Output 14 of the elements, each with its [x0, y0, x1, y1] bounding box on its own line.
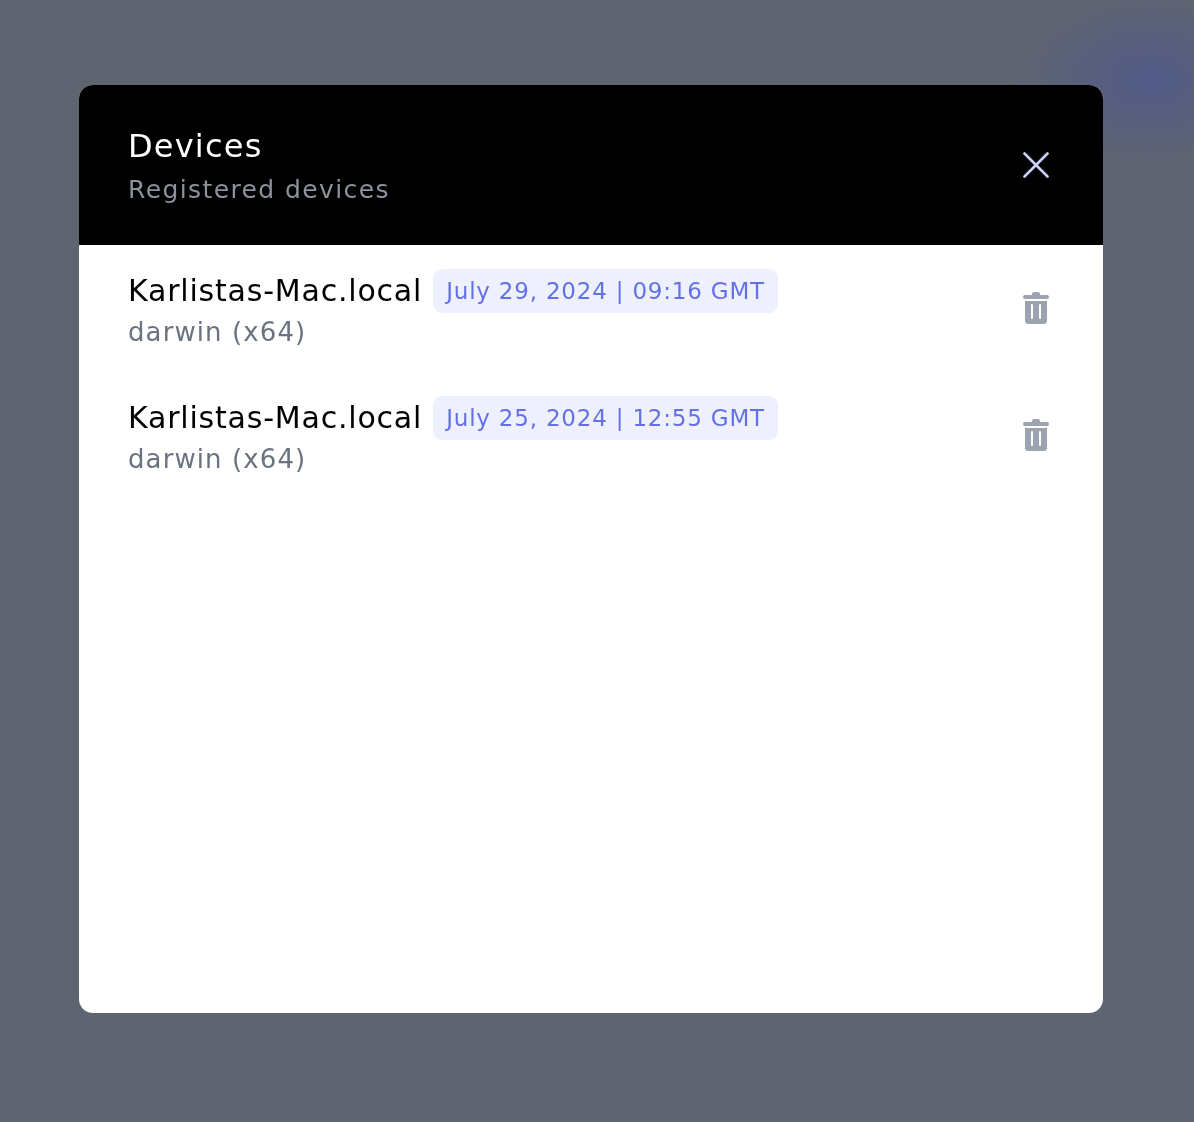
timestamp-badge: July 25, 2024 | 12:55 GMT: [433, 396, 778, 440]
dialog-subtitle: Registered devices: [128, 175, 390, 205]
close-button[interactable]: [1023, 152, 1049, 178]
dialog-title: Devices: [128, 127, 264, 165]
device-name: Karlistas-Mac.local: [128, 272, 423, 310]
trash-icon: [1023, 292, 1049, 324]
close-icon: [1023, 152, 1049, 178]
device-platform: darwin (x64): [128, 316, 308, 349]
device-platform: darwin (x64): [128, 443, 308, 476]
delete-button[interactable]: [1023, 292, 1049, 324]
trash-icon: [1023, 419, 1049, 451]
delete-button[interactable]: [1023, 419, 1049, 451]
timestamp-badge: July 29, 2024 | 09:16 GMT: [433, 269, 778, 313]
device-name: Karlistas-Mac.local: [128, 399, 423, 437]
